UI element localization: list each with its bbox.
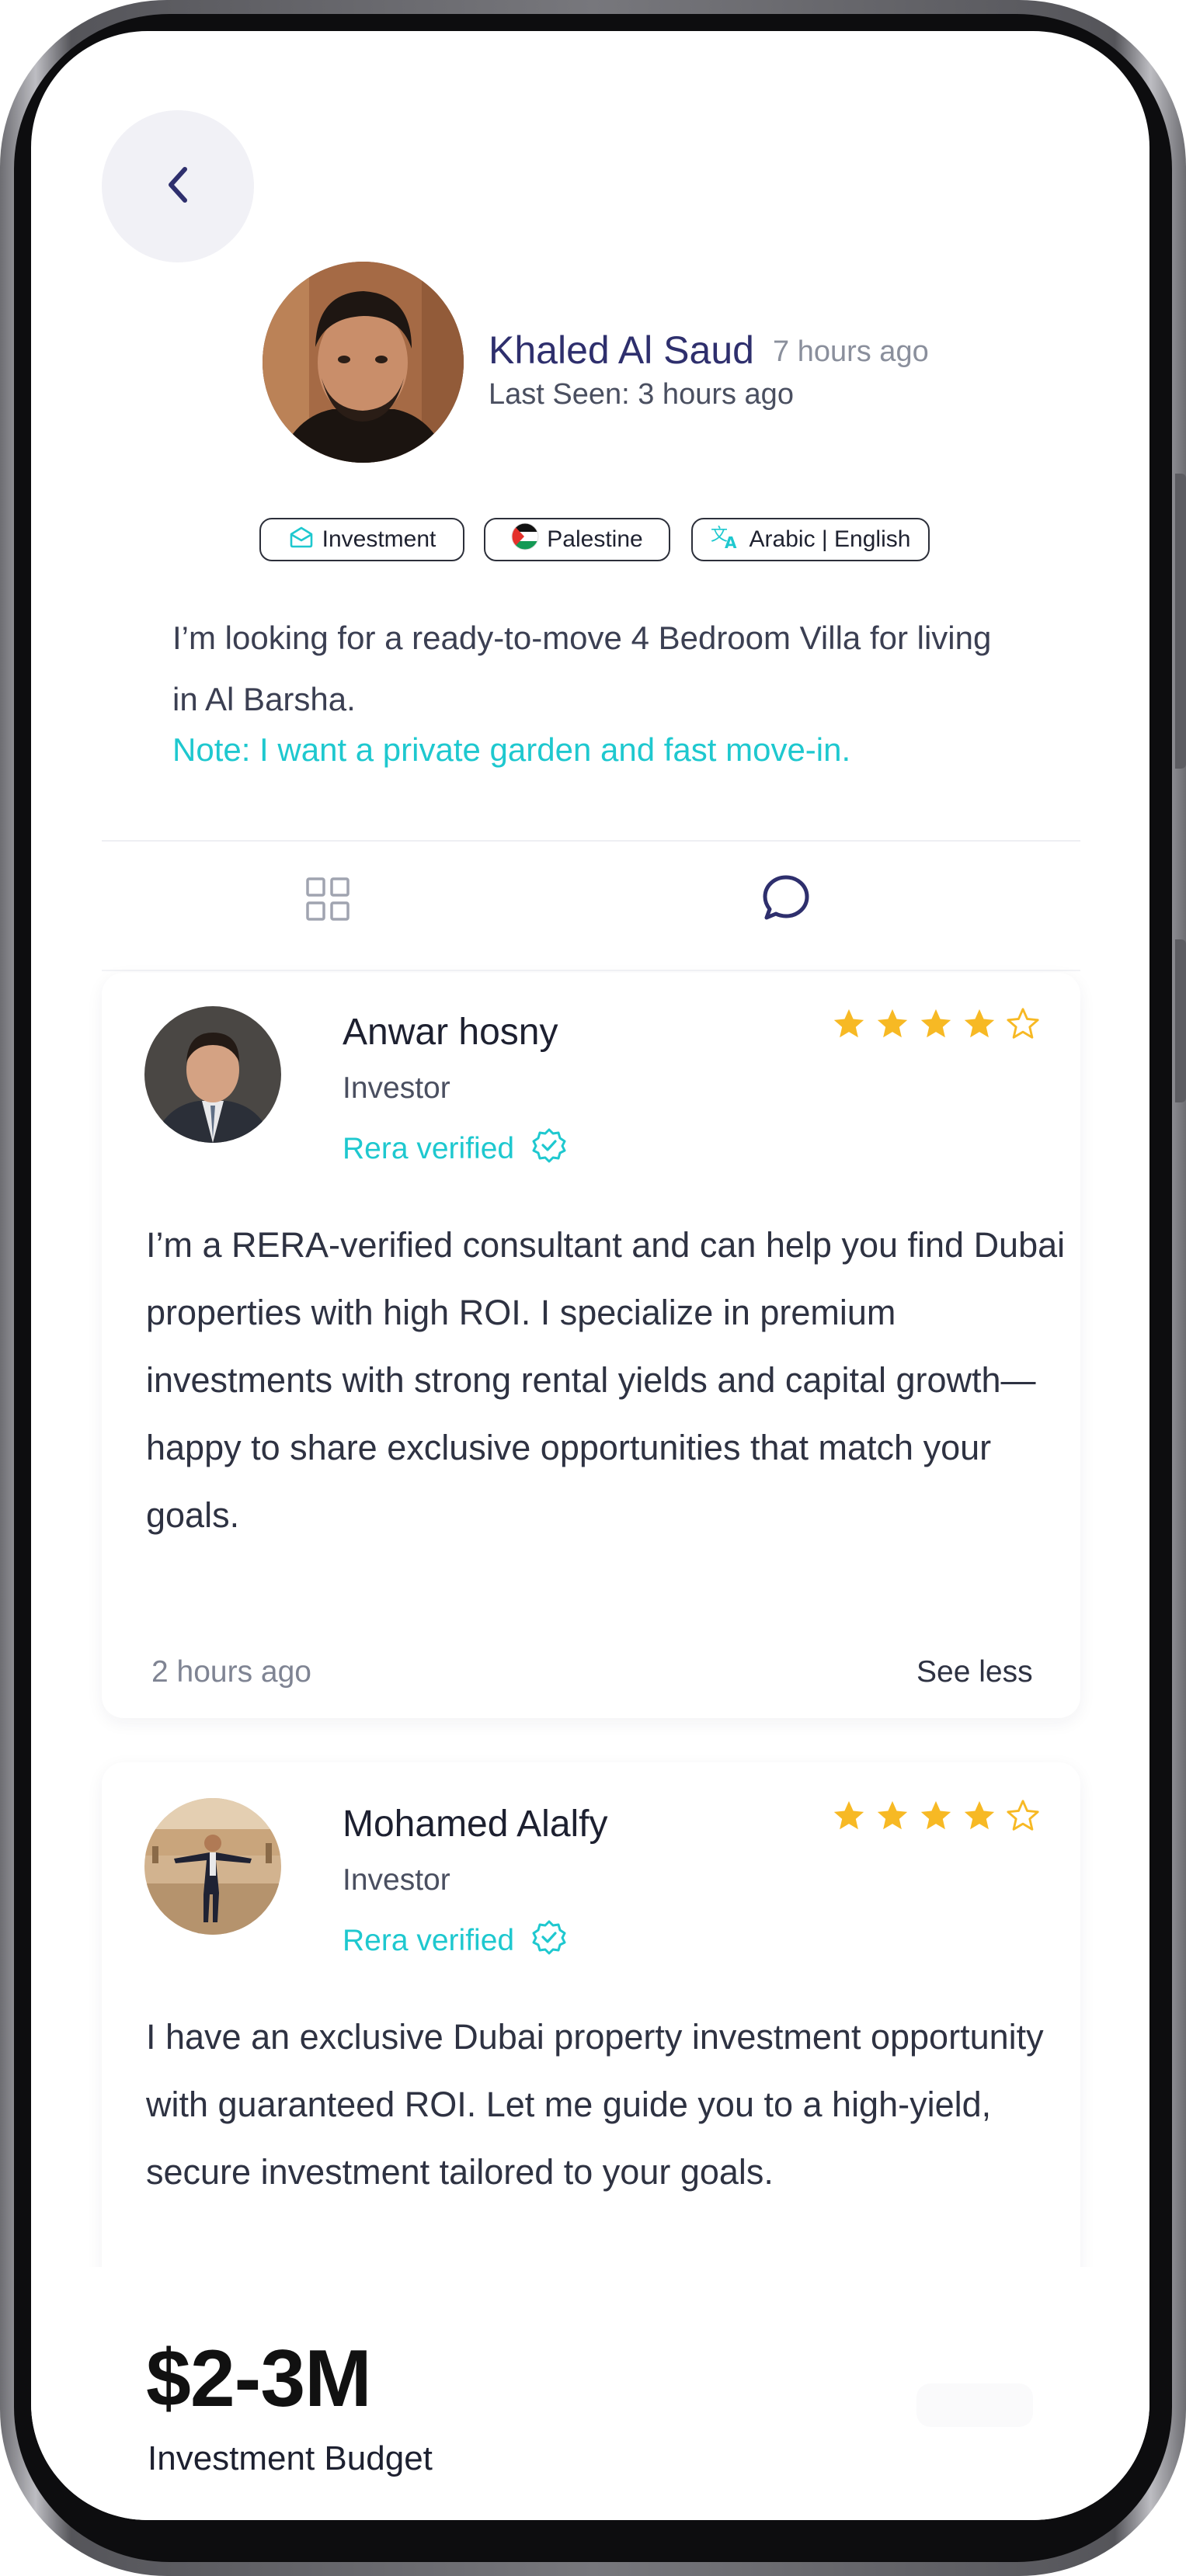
see-less-button[interactable]: See less — [916, 1655, 1033, 1689]
rera-verified-label: Rera verified — [343, 1924, 515, 1957]
tag-languages-label: Arabic | English — [749, 526, 911, 552]
star-filled-icon — [831, 1798, 867, 1838]
review-body: I’m a RERA-verified consultant and can h… — [146, 1225, 1066, 1535]
request-description: I’m looking for a ready-to-move 4 Bedroo… — [172, 620, 992, 717]
side-button — [1175, 474, 1186, 769]
tag-languages: 文A Arabic | English — [691, 518, 930, 561]
back-button[interactable] — [102, 110, 254, 262]
star-filled-icon — [918, 1798, 954, 1838]
star-filled-icon — [831, 1006, 867, 1046]
tag-investment-label: Investment — [322, 526, 436, 552]
reviewer-role: Investor — [343, 1071, 450, 1105]
tab-chat[interactable] — [757, 871, 815, 929]
verified-badge-icon — [531, 1127, 567, 1171]
budget-label: Investment Budget — [148, 2439, 433, 2477]
verified-badge-icon — [531, 1919, 567, 1963]
budget-value: $2-3M — [146, 2334, 372, 2424]
request-note: Note: I want a private garden and fast m… — [172, 731, 851, 768]
palestine-flag-icon — [511, 522, 539, 557]
star-empty-icon — [1005, 1006, 1041, 1046]
tag-country-label: Palestine — [547, 526, 643, 552]
star-filled-icon — [875, 1798, 910, 1838]
requester-name: Khaled Al Saud — [489, 328, 754, 372]
side-button — [1175, 939, 1186, 1102]
star-filled-icon — [962, 1798, 997, 1838]
star-filled-icon — [875, 1006, 910, 1046]
divider — [102, 840, 1080, 842]
rera-verified: Rera verified — [343, 1919, 567, 1963]
rating-stars — [831, 1006, 1041, 1046]
reviewer-role: Investor — [343, 1863, 450, 1897]
svg-text:A: A — [725, 533, 737, 550]
review-body: I have an exclusive Dubai property inves… — [146, 2017, 1044, 2192]
grid-icon — [304, 876, 351, 926]
investment-icon — [288, 524, 315, 555]
device-stage: Khaled Al Saud 7 hours ago Last Seen: 3 … — [0, 0, 1186, 2576]
star-filled-icon — [962, 1006, 997, 1046]
reviewer-name: Mohamed Alalfy — [343, 1804, 608, 1845]
rera-verified: Rera verified — [343, 1127, 567, 1171]
reviewer-name: Anwar hosny — [343, 1012, 558, 1053]
action-button[interactable] — [916, 2383, 1033, 2427]
review-time: 2 hours ago — [151, 1655, 311, 1689]
tag-country: Palestine — [484, 518, 670, 561]
posted-time: 7 hours ago — [773, 335, 929, 368]
last-seen: Last Seen: 3 hours ago — [489, 378, 794, 411]
divider — [102, 970, 1080, 971]
translate-icon: 文A — [711, 523, 742, 556]
rating-stars — [831, 1798, 1041, 1838]
star-empty-icon — [1005, 1798, 1041, 1838]
chat-bubble-icon — [760, 873, 812, 928]
reviewer-avatar — [144, 1798, 281, 1935]
star-filled-icon — [918, 1006, 954, 1046]
chevron-left-icon — [165, 165, 191, 208]
app-screen: Khaled Al Saud 7 hours ago Last Seen: 3 … — [31, 31, 1149, 2520]
rera-verified-label: Rera verified — [343, 1132, 515, 1165]
tab-grid[interactable] — [301, 873, 355, 928]
reviewer-avatar — [144, 1006, 281, 1143]
tag-investment: Investment — [259, 518, 464, 561]
requester-avatar — [263, 262, 464, 463]
